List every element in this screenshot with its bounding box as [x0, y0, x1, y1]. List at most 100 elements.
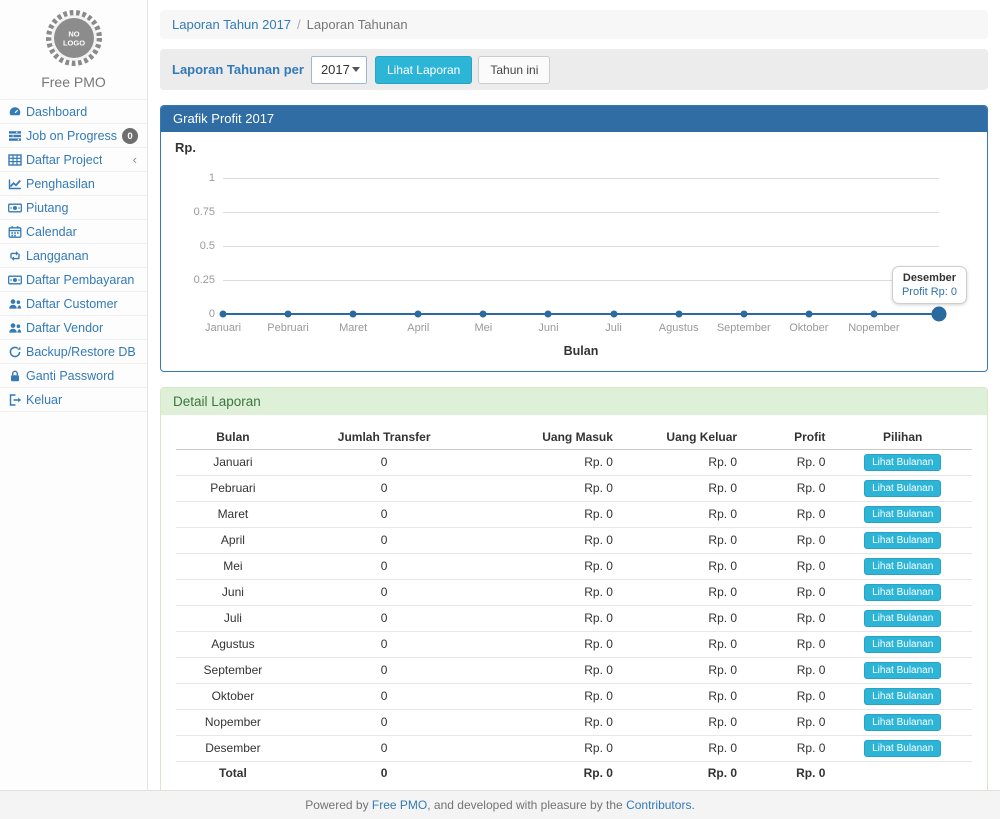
data-point-desember[interactable] [932, 307, 947, 322]
tooltip-value: Profit Rp: 0 [902, 286, 957, 298]
lihat-bulanan-button[interactable]: Lihat Bulanan [864, 532, 941, 549]
sidebar-item-backup-restore-db[interactable]: Backup/Restore DB [0, 340, 147, 364]
cell-profit: Rp. 0 [745, 501, 833, 527]
table-total-row: Total 0 Rp. 0 Rp. 0 Rp. 0 [176, 761, 972, 785]
dashboard-icon [6, 105, 23, 119]
money-icon [6, 201, 23, 215]
data-point-september[interactable] [740, 311, 747, 318]
lihat-bulanan-button[interactable]: Lihat Bulanan [864, 506, 941, 523]
data-point-maret[interactable] [350, 311, 357, 318]
data-point-agustus[interactable] [675, 311, 682, 318]
sidebar-item-label: Dashboard [26, 105, 87, 119]
total-keluar: Rp. 0 [621, 761, 745, 785]
sidebar-item-langganan[interactable]: Langganan [0, 244, 147, 268]
x-tick-label: Juni [538, 322, 558, 334]
lihat-bulanan-button[interactable]: Lihat Bulanan [864, 714, 941, 731]
table-row: Agustus 0 Rp. 0 Rp. 0 Rp. 0 Lihat Bulana… [176, 631, 972, 657]
footer-link-contributors[interactable]: Contributors. [626, 798, 695, 812]
table-row: Juli 0 Rp. 0 Rp. 0 Rp. 0 Lihat Bulanan [176, 605, 972, 631]
sidebar-item-label: Calendar [26, 225, 77, 239]
year-select[interactable]: 2017 [311, 56, 367, 84]
table-header-row: Bulan Jumlah Transfer Uang Masuk Uang Ke… [176, 425, 972, 449]
cell-bulan: April [176, 527, 290, 553]
footer-link-free-pmo[interactable]: Free PMO [372, 798, 427, 812]
table-row: Maret 0 Rp. 0 Rp. 0 Rp. 0 Lihat Bulanan [176, 501, 972, 527]
breadcrumb-current: Laporan Tahunan [307, 17, 408, 32]
detail-laporan-panel: Detail Laporan Bulan Jumlah Transfer Uan… [160, 387, 988, 795]
x-tick-label: Agustus [659, 322, 699, 334]
lihat-bulanan-button[interactable]: Lihat Bulanan [864, 636, 941, 653]
lihat-bulanan-button[interactable]: Lihat Bulanan [864, 584, 941, 601]
x-tick-label: Nopember [848, 322, 899, 334]
cell-jumlah: 0 [290, 657, 479, 683]
cell-masuk: Rp. 0 [478, 605, 620, 631]
tahun-ini-button[interactable]: Tahun ini [478, 56, 550, 84]
sidebar-item-daftar-pembayaran[interactable]: Daftar Pembayaran [0, 268, 147, 292]
x-tick-label: Oktober [789, 322, 828, 334]
cell-bulan: Agustus [176, 631, 290, 657]
col-header-uang-masuk: Uang Masuk [478, 425, 620, 449]
data-point-juni[interactable] [545, 311, 552, 318]
page-footer: Powered by Free PMO, and developed with … [0, 790, 1000, 819]
chevron-left-icon: ‹ [133, 153, 137, 167]
sidebar-item-dashboard[interactable]: Dashboard [0, 100, 147, 124]
sidebar-item-piutang[interactable]: Piutang [0, 196, 147, 220]
x-tick-label: Januari [205, 322, 241, 334]
cell-profit: Rp. 0 [745, 683, 833, 709]
lihat-bulanan-button[interactable]: Lihat Bulanan [864, 662, 941, 679]
lihat-bulanan-button[interactable]: Lihat Bulanan [864, 454, 941, 471]
cell-masuk: Rp. 0 [478, 553, 620, 579]
lihat-laporan-button[interactable]: Lihat Laporan [375, 56, 472, 84]
data-point-oktober[interactable] [805, 311, 812, 318]
sidebar-item-ganti-password[interactable]: Ganti Password [0, 364, 147, 388]
sidebar-item-keluar[interactable]: Keluar [0, 388, 147, 412]
sidebar-item-daftar-vendor[interactable]: Daftar Vendor [0, 316, 147, 340]
cell-keluar: Rp. 0 [621, 735, 745, 761]
data-point-mei[interactable] [480, 311, 487, 318]
sidebar-item-daftar-project[interactable]: Daftar Project ‹ [0, 148, 147, 172]
lihat-bulanan-button[interactable]: Lihat Bulanan [864, 740, 941, 757]
breadcrumb-link-laporan-tahun[interactable]: Laporan Tahun 2017 [172, 17, 291, 32]
svg-text:NO: NO [68, 30, 79, 39]
lihat-bulanan-button[interactable]: Lihat Bulanan [864, 610, 941, 627]
sidebar-item-penghasilan[interactable]: Penghasilan [0, 172, 147, 196]
tasks-icon [6, 129, 23, 143]
sidebar-item-label: Daftar Pembayaran [26, 273, 134, 287]
table-row: Mei 0 Rp. 0 Rp. 0 Rp. 0 Lihat Bulanan [176, 553, 972, 579]
filter-label: Laporan Tahunan per [172, 62, 304, 77]
table-row: Januari 0 Rp. 0 Rp. 0 Rp. 0 Lihat Bulana… [176, 449, 972, 475]
refresh-icon [6, 345, 23, 359]
y-axis-title: Rp. [175, 140, 196, 155]
y-tick-label: 0 [175, 308, 215, 320]
y-tick-label: 0.75 [175, 206, 215, 218]
cell-jumlah: 0 [290, 735, 479, 761]
total-jumlah: 0 [290, 761, 479, 785]
data-point-januari[interactable] [220, 311, 227, 318]
cell-jumlah: 0 [290, 683, 479, 709]
sidebar-item-label: Keluar [26, 393, 62, 407]
cell-masuk: Rp. 0 [478, 579, 620, 605]
table-row: Desember 0 Rp. 0 Rp. 0 Rp. 0 Lihat Bulan… [176, 735, 972, 761]
cell-jumlah: 0 [290, 579, 479, 605]
sidebar-item-calendar[interactable]: Calendar [0, 220, 147, 244]
sidebar-item-job-on-progress[interactable]: Job on Progress 0 [0, 124, 147, 148]
lock-icon [6, 369, 23, 383]
data-point-pebruari[interactable] [285, 311, 292, 318]
lihat-bulanan-button[interactable]: Lihat Bulanan [864, 558, 941, 575]
lihat-bulanan-button[interactable]: Lihat Bulanan [864, 480, 941, 497]
breadcrumb: Laporan Tahun 2017/Laporan Tahunan [160, 10, 988, 39]
table-icon [6, 153, 23, 167]
report-filter-bar: Laporan Tahunan per 2017 Lihat Laporan T… [160, 49, 988, 90]
sidebar-item-label: Penghasilan [26, 177, 95, 191]
cell-bulan: Maret [176, 501, 290, 527]
data-point-nopember[interactable] [870, 311, 877, 318]
lihat-bulanan-button[interactable]: Lihat Bulanan [864, 688, 941, 705]
cell-masuk: Rp. 0 [478, 475, 620, 501]
cell-jumlah: 0 [290, 631, 479, 657]
cell-jumlah: 0 [290, 475, 479, 501]
data-point-juli[interactable] [610, 311, 617, 318]
cell-masuk: Rp. 0 [478, 735, 620, 761]
sidebar-item-daftar-customer[interactable]: Daftar Customer [0, 292, 147, 316]
table-row: April 0 Rp. 0 Rp. 0 Rp. 0 Lihat Bulanan [176, 527, 972, 553]
data-point-april[interactable] [415, 311, 422, 318]
